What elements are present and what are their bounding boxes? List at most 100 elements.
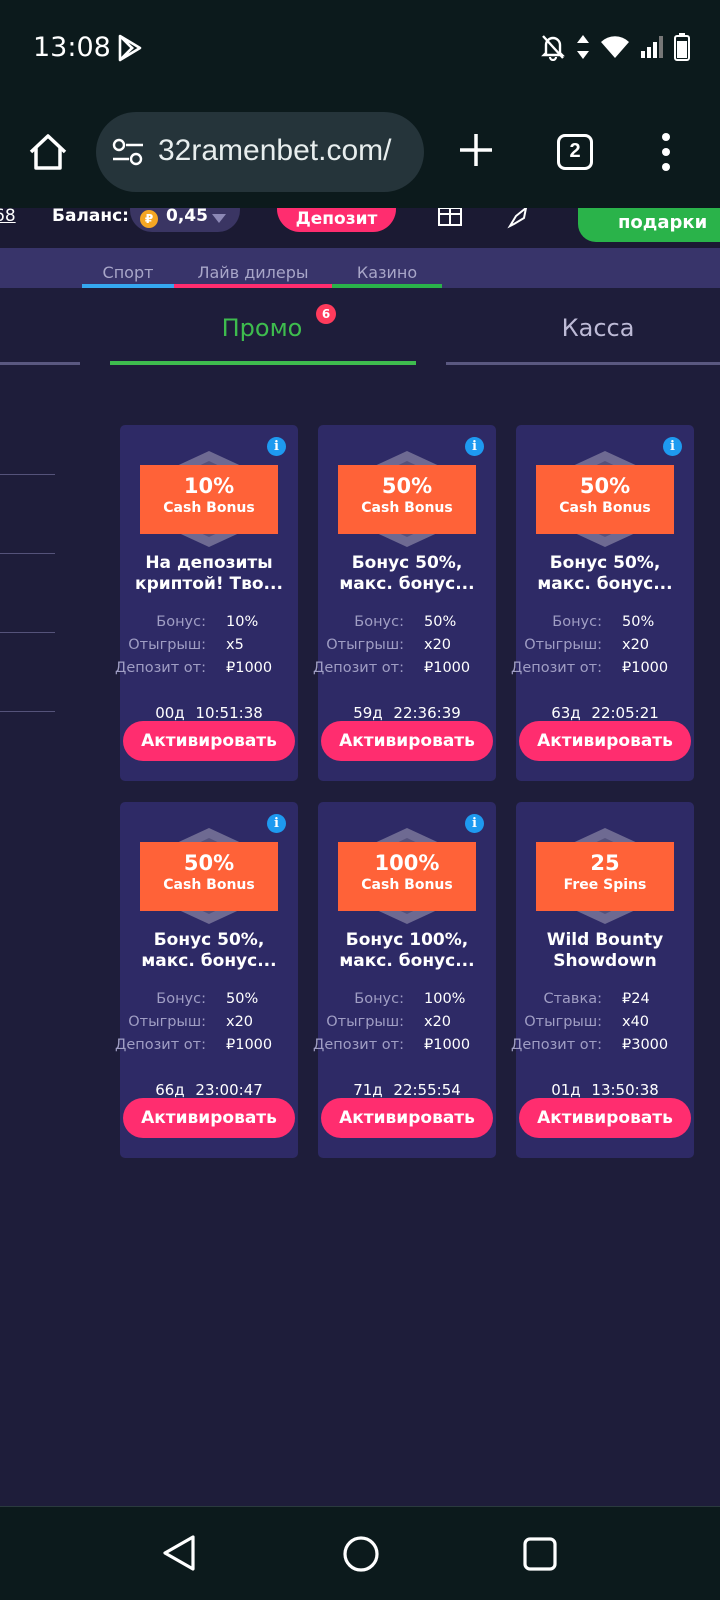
card-title-line: Бонус 50%, <box>153 930 265 950</box>
bonus-badge: 100% Cash Bonus <box>338 842 476 911</box>
promo-card: i 10% Cash Bonus На депозиты криптой! Тво...… <box>115 425 298 781</box>
detail-value: ₽24 <box>622 991 650 1007</box>
info-icon[interactable]: i <box>267 814 286 833</box>
bonus-amount: 25 <box>590 851 620 875</box>
wifi-icon <box>601 36 629 58</box>
home-circle-icon[interactable] <box>342 1535 380 1573</box>
card-title-line: макс. бонус... <box>537 574 673 594</box>
detail-label: Бонус: <box>354 991 404 1007</box>
info-icon[interactable]: i <box>465 437 484 456</box>
side-menu-divider <box>0 474 55 475</box>
category-live-dealers[interactable]: Лайв дилеры <box>174 263 332 282</box>
activate-button[interactable]: Активировать <box>123 1098 295 1138</box>
deposit-button[interactable]: Депозит <box>277 208 396 232</box>
countdown-timer: 63д 22:05:21 <box>551 704 659 722</box>
activate-button[interactable]: Активировать <box>519 721 691 761</box>
detail-value: ₽1000 <box>622 660 669 676</box>
detail-value: ₽1000 <box>226 660 273 676</box>
bonus-type: Cash Bonus <box>163 500 255 516</box>
battery-icon <box>674 33 690 61</box>
bonus-type: Free Spins <box>563 877 647 893</box>
category-casino[interactable]: Казино <box>332 263 442 282</box>
system-nav-bar <box>0 1506 720 1600</box>
detail-label: Отыгрыш: <box>128 1014 206 1030</box>
category-nav: Спорт Лайв дилеры Казино <box>0 248 720 288</box>
activate-button[interactable]: Активировать <box>321 721 493 761</box>
side-menu-divider <box>0 632 55 633</box>
activate-button[interactable]: Активировать <box>519 1098 691 1138</box>
countdown-timer: 71д 22:55:54 <box>353 1081 461 1099</box>
detail-label: Депозит от: <box>313 660 404 676</box>
card-title-line: макс. бонус... <box>339 574 475 594</box>
detail-value: ₽1000 <box>424 660 471 676</box>
activate-button[interactable]: Активировать <box>321 1098 493 1138</box>
promo-card: i 50% Cash Bonus Бонус 50%, макс. бонус... Бо… <box>313 425 496 781</box>
bonus-type: Cash Bonus <box>163 877 255 893</box>
info-icon[interactable]: i <box>267 437 286 456</box>
tab-promo[interactable]: Промо <box>110 314 414 342</box>
card-title-line: Wild Bounty <box>546 930 664 950</box>
header-left-link[interactable]: 68 <box>0 208 16 226</box>
recent-apps-icon[interactable] <box>522 1536 558 1572</box>
bonus-amount: 50% <box>579 474 631 498</box>
bonus-amount: 10% <box>183 474 235 498</box>
signal-icon <box>641 36 663 58</box>
bell-off-icon <box>541 35 565 61</box>
countdown-timer: 59д 22:36:39 <box>353 704 461 722</box>
tab-switcher-button[interactable]: 2 <box>557 134 593 170</box>
detail-label: Бонус: <box>354 614 404 630</box>
detail-label: Отыгрыш: <box>524 637 602 653</box>
balance-dropdown[interactable]: ₽ 0,45 <box>130 208 240 232</box>
side-menu-divider <box>0 553 55 554</box>
tab-kassa[interactable]: Касса <box>446 314 720 342</box>
card-title: Бонус 50%, макс. бонус... <box>524 553 686 595</box>
browser-toolbar: 32ramenbet.com/ 2 <box>0 100 720 208</box>
detail-label: Депозит от: <box>313 1037 404 1053</box>
detail-label: Депозит от: <box>115 1037 206 1053</box>
url-text[interactable]: 32ramenbet.com/ <box>158 134 391 168</box>
activate-button[interactable]: Активировать <box>123 721 295 761</box>
detail-value: x20 <box>424 637 452 653</box>
card-title-line: Бонус 100%, <box>345 930 469 950</box>
site-settings-icon[interactable] <box>112 138 144 166</box>
detail-label: Депозит от: <box>511 660 602 676</box>
detail-value: 50% <box>424 614 457 630</box>
rocket-icon[interactable] <box>506 208 532 230</box>
detail-label: Отыгрыш: <box>524 1014 602 1030</box>
card-title: На депозиты криптой! Тво... <box>128 553 290 595</box>
info-icon[interactable]: i <box>663 437 682 456</box>
bonus-type: Cash Bonus <box>361 500 453 516</box>
detail-label: Бонус: <box>156 614 206 630</box>
bonus-type: Cash Bonus <box>361 877 453 893</box>
promo-card: 25 Free Spins Wild Bounty Showdown Ставка: ₽2… <box>511 802 694 1158</box>
home-icon[interactable] <box>26 130 70 174</box>
detail-value: x20 <box>226 1014 254 1030</box>
card-title: Бонус 50%, макс. бонус... <box>128 930 290 972</box>
promo-count-badge: 6 <box>316 304 336 324</box>
detail-value: x20 <box>424 1014 452 1030</box>
info-icon[interactable]: i <box>465 814 484 833</box>
card-title: Wild Bounty Showdown <box>524 930 686 972</box>
card-title-line: На депозиты <box>145 553 273 573</box>
bonus-amount: 50% <box>183 851 235 875</box>
detail-label: Отыгрыш: <box>326 637 404 653</box>
more-menu-icon[interactable] <box>660 132 672 172</box>
address-bar[interactable]: 32ramenbet.com/ <box>96 112 424 192</box>
detail-value: 50% <box>226 991 259 1007</box>
new-tab-icon[interactable] <box>456 130 496 170</box>
gifts-label: подарки <box>618 212 708 233</box>
status-bar: 13:08 <box>0 0 720 100</box>
detail-label: Депозит от: <box>511 1037 602 1053</box>
back-icon[interactable] <box>159 1533 199 1573</box>
play-store-icon <box>118 34 142 62</box>
caret-down-icon <box>212 214 226 223</box>
gifts-button[interactable]: подарки <box>578 208 720 242</box>
tab-promo-underline <box>110 361 416 365</box>
gift-icon[interactable] <box>437 208 463 226</box>
tab-left-underline <box>0 362 80 365</box>
card-title-line: Showdown <box>553 951 657 971</box>
category-sport[interactable]: Спорт <box>82 263 174 282</box>
detail-value: 10% <box>226 614 259 630</box>
detail-label: Отыгрыш: <box>326 1014 404 1030</box>
countdown-timer: 00д 10:51:38 <box>155 704 263 722</box>
